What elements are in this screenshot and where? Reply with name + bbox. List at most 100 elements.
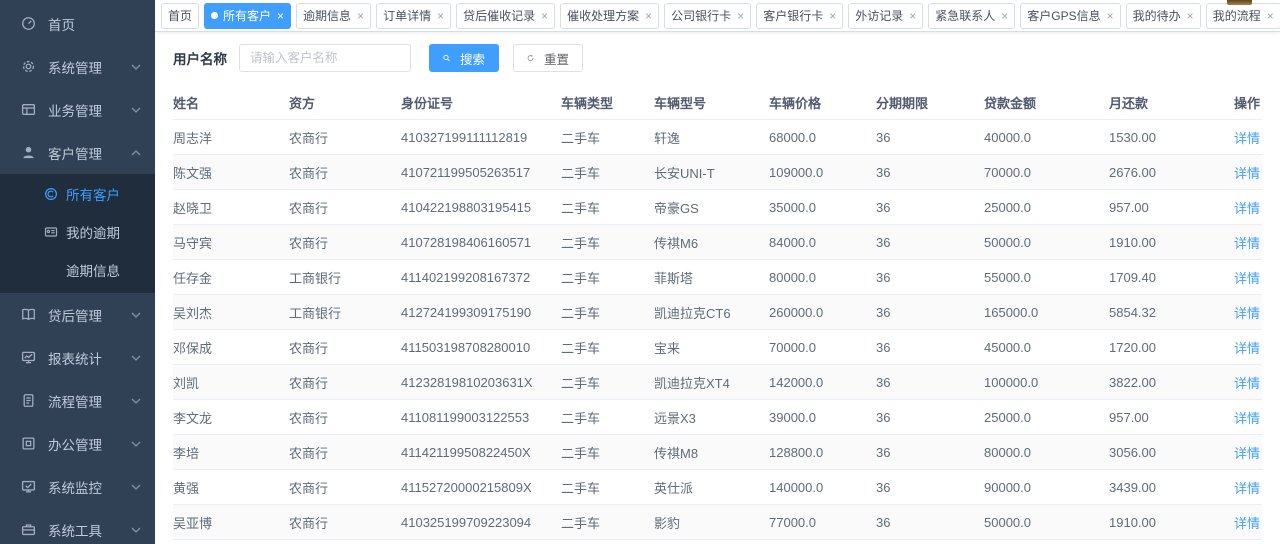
detail-link[interactable]: 详情 [1234,376,1260,391]
close-icon[interactable]: × [1001,10,1008,22]
sidebar-item[interactable]: 首页 [0,2,155,45]
search-input[interactable] [239,44,411,72]
cell-loan-amount: 50000.0 [984,225,1109,260]
column-header: 车辆价格 [769,85,876,120]
detail-link[interactable]: 详情 [1234,411,1260,426]
sidebar-item[interactable]: 报表统计 [0,336,155,379]
close-icon[interactable]: × [357,10,364,22]
detail-link[interactable]: 详情 [1234,516,1260,531]
tab-label: 外访记录 [855,7,903,24]
sidebar-subitem[interactable]: 我的逾期 [0,213,155,251]
detail-link[interactable]: 详情 [1234,201,1260,216]
chevron-down-icon [131,355,141,361]
cell-vehicle-price: 109000.0 [769,155,876,190]
search-button[interactable]: 搜索 [429,44,499,72]
cell-vehicle-model: 传祺M8 [654,435,769,470]
cell-action: 详情 [1229,260,1262,295]
cell-vehicle-type: 二手车 [561,330,654,365]
cell-vehicle-type: 二手车 [561,120,654,155]
close-icon[interactable]: × [437,10,444,22]
search-field-label: 用户名称 [173,48,227,68]
cell-monthly-payment: 5854.32 [1109,295,1229,330]
cell-vehicle-model: 菲斯塔 [654,260,769,295]
tab[interactable]: 公司银行卡 × [664,3,751,29]
sidebar-subitem[interactable]: 逾期信息 [0,251,155,289]
tab-label: 催收处理方案 [567,7,639,24]
cell-name: 任存金 [173,260,289,295]
cell-id-number: 410721199505263517 [401,155,561,190]
cell-vehicle-price: 260000.0 [769,295,876,330]
sidebar-item[interactable]: 系统监控 [0,465,155,508]
cell-action: 详情 [1229,190,1262,225]
reset-button[interactable]: 重置 [513,44,583,72]
cell-funder: 农商行 [289,225,401,260]
cell-monthly-payment: 1530.00 [1109,120,1229,155]
close-icon[interactable]: × [541,10,548,22]
cell-vehicle-model: 远景X3 [654,400,769,435]
close-icon[interactable]: × [909,10,916,22]
tab[interactable]: 逾期信息× [296,3,371,29]
tab[interactable]: 贷后催收记录× [456,3,555,29]
detail-link[interactable]: 详情 [1234,341,1260,356]
cell-vehicle-type: 二手车 [561,260,654,295]
tab[interactable]: 我的流程× [1206,3,1280,29]
detail-link[interactable]: 详情 [1234,306,1260,321]
cell-vehicle-price: 70000.0 [769,330,876,365]
sidebar-item[interactable]: 贷后管理 [0,293,155,336]
detail-link[interactable]: 详情 [1234,166,1260,181]
cell-installments: 36 [876,190,984,225]
detail-link[interactable]: 详情 [1234,446,1260,461]
close-icon[interactable]: × [1107,10,1114,22]
cell-id-number: 411402199208167372 [401,260,561,295]
table-body: 周志洋农商行410327199111112819二手车轩逸68000.03640… [173,120,1262,544]
cell-monthly-payment: 2676.00 [1109,155,1229,190]
cell-id-number: 410327199111112819 [401,120,561,155]
column-header: 资方 [289,85,401,120]
dashboard-icon [20,16,36,32]
close-icon[interactable]: × [829,10,836,22]
cell-vehicle-price: 35000.0 [769,190,876,225]
detail-link[interactable]: 详情 [1234,271,1260,286]
cell-partial [654,540,769,544]
cell-monthly-payment: 1910.00 [1109,225,1229,260]
cell-vehicle-price: 68000.0 [769,120,876,155]
avatar[interactable] [1227,0,1252,5]
cell-monthly-payment: 3056.00 [1109,435,1229,470]
close-icon[interactable]: × [737,10,744,22]
sidebar-item[interactable]: 业务管理 [0,88,155,131]
tab[interactable]: 客户银行卡× [756,3,843,29]
cell-action: 详情 [1229,365,1262,400]
sidebar-subitem[interactable]: 所有客户 [0,175,155,213]
tab[interactable]: 外访记录 × [848,3,923,29]
tab[interactable]: 首页 [161,3,199,29]
sidebar-item[interactable]: 流程管理 [0,379,155,422]
close-icon[interactable]: × [1267,10,1274,22]
tab[interactable]: 催收处理方案 × [560,3,659,29]
detail-link[interactable]: 详情 [1234,131,1260,146]
tab[interactable]: 所有客户× [204,3,291,29]
cell-vehicle-model: 传祺M6 [654,225,769,260]
cell-funder: 农商行 [289,120,401,155]
close-icon[interactable]: × [1187,10,1194,22]
sidebar-item[interactable]: 客户管理 [0,131,155,174]
sidebar-item[interactable]: 办公管理 [0,422,155,465]
table-row-partial [173,540,1262,544]
cell-action: 详情 [1229,295,1262,330]
close-icon[interactable]: × [277,10,284,22]
tab[interactable]: 客户GPS信息× [1020,3,1120,29]
cell-loan-amount: 90000.0 [984,470,1109,505]
tab[interactable]: 紧急联系人× [928,3,1015,29]
tab[interactable]: 我的待办× [1126,3,1201,29]
tab[interactable]: 订单详情× [376,3,451,29]
column-header: 身份证号 [401,85,561,120]
chevron-down-icon [131,107,141,113]
cell-name: 李培 [173,435,289,470]
cell-vehicle-model: 帝豪GS [654,190,769,225]
sidebar-item[interactable]: 系统管理 [0,45,155,88]
tab-label: 公司银行卡 [671,7,731,24]
sidebar-item[interactable]: 系统工具 [0,508,155,544]
user-icon [20,145,36,161]
detail-link[interactable]: 详情 [1234,481,1260,496]
detail-link[interactable]: 详情 [1234,236,1260,251]
close-icon[interactable]: × [645,10,652,22]
